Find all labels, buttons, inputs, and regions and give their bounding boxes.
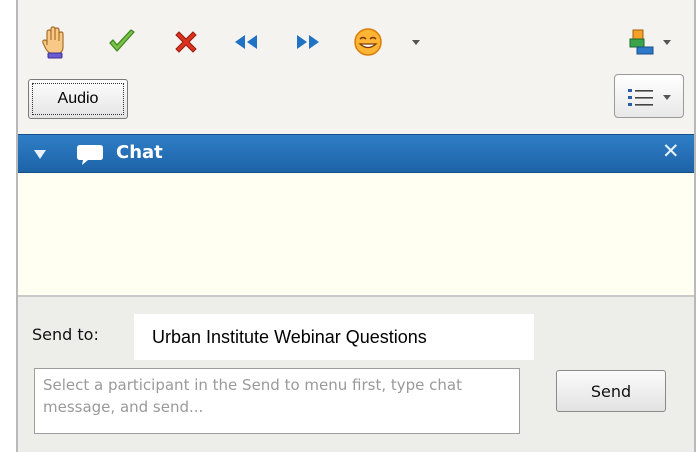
fast-forward-icon[interactable] bbox=[290, 22, 326, 62]
send-button[interactable]: Send bbox=[556, 370, 666, 412]
chevron-down-icon[interactable] bbox=[663, 40, 671, 45]
audio-button-label: Audio bbox=[32, 83, 124, 115]
rewind-icon[interactable] bbox=[228, 22, 264, 62]
toolbar: Audio bbox=[18, 0, 694, 134]
send-to-label: Send to: bbox=[32, 325, 99, 344]
chat-message-input[interactable] bbox=[34, 368, 520, 434]
chevron-down-icon[interactable] bbox=[412, 40, 420, 45]
webinar-panel: Audio Chat ✕ Send to: Urban Institute We… bbox=[16, 0, 696, 452]
send-to-select[interactable]: Urban Institute Webinar Questions bbox=[134, 314, 534, 360]
audio-button[interactable]: Audio bbox=[28, 79, 128, 119]
check-icon[interactable] bbox=[104, 22, 140, 62]
emoticon-icon[interactable] bbox=[350, 22, 386, 62]
chat-compose-area: Send to: Urban Institute Webinar Questio… bbox=[18, 297, 694, 452]
chat-panel-header[interactable]: Chat ✕ bbox=[18, 134, 694, 173]
collapse-triangle-icon[interactable] bbox=[34, 150, 46, 159]
raise-hand-icon[interactable] bbox=[36, 22, 72, 62]
chevron-down-icon bbox=[663, 95, 671, 100]
participants-icon[interactable] bbox=[624, 22, 660, 62]
chat-title: Chat bbox=[116, 142, 163, 163]
chat-bubble-icon bbox=[77, 145, 103, 165]
cross-icon[interactable] bbox=[168, 22, 204, 62]
close-icon[interactable]: ✕ bbox=[662, 139, 680, 163]
chat-messages-area bbox=[18, 173, 694, 297]
list-icon bbox=[628, 89, 653, 106]
options-menu-button[interactable] bbox=[614, 74, 684, 118]
